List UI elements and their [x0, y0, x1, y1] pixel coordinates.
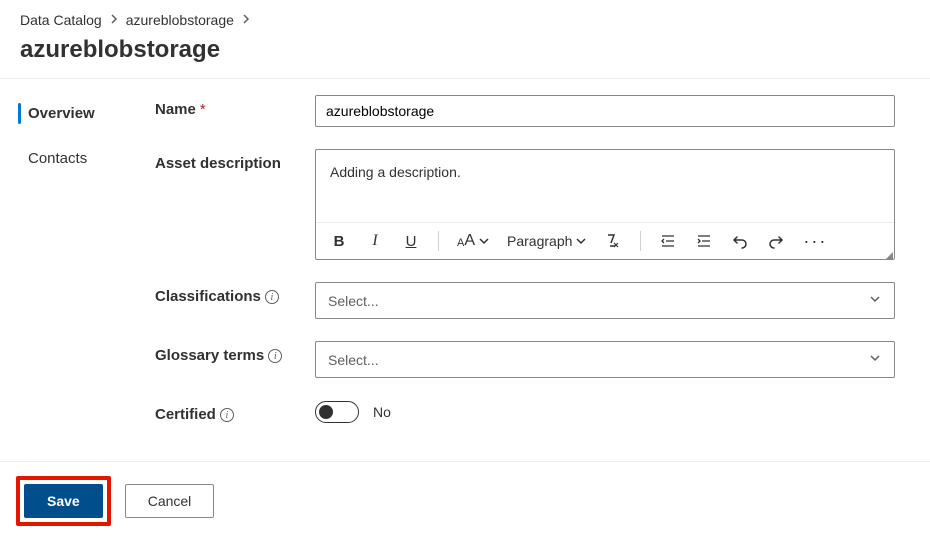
left-nav: Overview Contacts [0, 79, 135, 461]
chevron-right-icon [110, 13, 118, 27]
description-label: Asset description [155, 149, 315, 260]
editor-toolbar: B I U AA Paragraph [316, 222, 894, 259]
resize-handle[interactable] [885, 252, 893, 260]
separator [640, 231, 641, 251]
classifications-label: Classifications i [155, 282, 315, 319]
name-label: Name * [155, 95, 315, 127]
chevron-down-icon [868, 292, 882, 309]
form: Name * Asset description Adding a descri… [135, 79, 915, 461]
more-options-button[interactable]: ··· [803, 231, 827, 251]
footer: Save Cancel [0, 462, 930, 540]
info-icon: i [268, 349, 282, 363]
description-editor: Adding a description. B I U AA Paragraph [315, 149, 895, 260]
description-textarea[interactable]: Adding a description. [316, 150, 894, 222]
certified-toggle[interactable] [315, 401, 359, 423]
breadcrumb: Data Catalog azureblobstorage [0, 0, 930, 32]
underline-button[interactable]: U [402, 231, 420, 251]
indent-decrease-button[interactable] [659, 231, 677, 251]
clear-format-button[interactable] [604, 231, 622, 251]
save-button[interactable]: Save [24, 484, 103, 518]
tab-overview[interactable]: Overview [0, 101, 135, 126]
font-size-button[interactable]: AA [457, 231, 489, 251]
glossary-label: Glossary terms i [155, 341, 315, 378]
cancel-button[interactable]: Cancel [125, 484, 215, 518]
classifications-select[interactable]: Select... [315, 282, 895, 319]
breadcrumb-item-catalog[interactable]: Data Catalog [20, 12, 102, 28]
redo-button[interactable] [767, 231, 785, 251]
page-title: azureblobstorage [0, 32, 930, 78]
info-icon: i [265, 290, 279, 304]
name-input[interactable] [315, 95, 895, 127]
glossary-select[interactable]: Select... [315, 341, 895, 378]
tab-contacts[interactable]: Contacts [0, 146, 135, 171]
highlight-box: Save [16, 476, 111, 526]
certified-label: Certified i [155, 400, 315, 423]
italic-button[interactable]: I [366, 231, 384, 251]
chevron-down-icon [868, 351, 882, 368]
info-icon: i [220, 408, 234, 422]
paragraph-dropdown[interactable]: Paragraph [507, 233, 586, 249]
required-indicator: * [200, 101, 206, 118]
breadcrumb-item-asset[interactable]: azureblobstorage [126, 12, 234, 28]
indent-increase-button[interactable] [695, 231, 713, 251]
undo-button[interactable] [731, 231, 749, 251]
chevron-right-icon [242, 13, 250, 27]
bold-button[interactable]: B [330, 231, 348, 251]
separator [438, 231, 439, 251]
certified-value: No [373, 404, 391, 420]
